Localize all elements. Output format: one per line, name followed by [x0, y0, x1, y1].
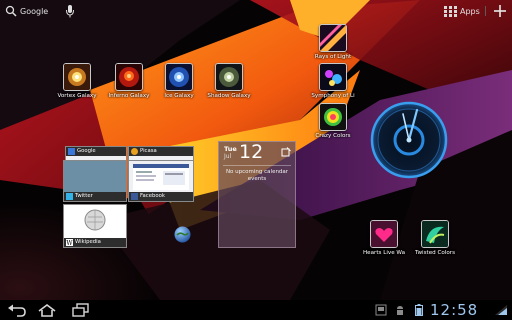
shortcut-symphony-of-lights[interactable]: Symphony of Li — [301, 63, 365, 99]
calendar-divider — [223, 165, 291, 166]
analog-clock-widget[interactable] — [370, 101, 448, 179]
calendar-widget[interactable]: Tue Jul 12 No upcoming calendar events — [218, 141, 296, 248]
card-label: Google — [77, 148, 96, 154]
shortcut-label: Rays of Light — [314, 54, 352, 60]
plus-icon[interactable] — [492, 3, 508, 19]
card-label: Wikipedia — [75, 239, 101, 245]
shortcut-label: Crazy Colors — [315, 133, 351, 139]
ice-galaxy-icon — [165, 63, 193, 91]
card-header: W Wikipedia — [64, 238, 126, 247]
apps-grid-icon — [444, 5, 457, 17]
card-header: Picasa — [129, 147, 193, 156]
card-header: Google — [66, 147, 126, 156]
vortex-galaxy-icon — [63, 63, 91, 91]
card-header: Facebook — [129, 192, 193, 201]
microphone-icon[interactable] — [64, 3, 76, 19]
battery-icon — [415, 304, 423, 316]
google-icon — [68, 148, 75, 155]
wikipedia-globe-icon — [84, 209, 106, 231]
shortcut-rays-of-light[interactable]: Rays of Light — [301, 24, 365, 60]
recent-apps-icon[interactable] — [68, 302, 92, 318]
calendar-month: Jul — [224, 153, 232, 160]
shortcut-label: Twisted Colors — [414, 250, 455, 256]
card-header: Twitter — [64, 192, 126, 201]
symphony-of-lights-icon — [319, 63, 347, 91]
shadow-galaxy-icon — [215, 63, 243, 91]
wikipedia-icon: W — [66, 239, 73, 246]
status-clock[interactable]: 12:58 — [430, 301, 478, 319]
apps-label: Apps — [460, 6, 480, 16]
new-event-icon[interactable] — [281, 147, 291, 157]
twisted-colors-icon — [421, 220, 449, 248]
facebook-page-thumbnail — [133, 164, 189, 190]
search-label: Google — [20, 6, 49, 16]
google-search-button[interactable]: Google — [5, 3, 48, 19]
shortcut-shadow-galaxy[interactable]: Shadow Galaxy — [197, 63, 261, 99]
facebook-icon — [131, 193, 138, 200]
browser-globe-icon[interactable] — [174, 226, 191, 243]
card-label: Picasa — [140, 148, 157, 154]
picasa-icon — [131, 148, 138, 155]
android-debug-icon[interactable] — [395, 304, 405, 316]
calendar-day-of-week: Tue — [224, 145, 237, 153]
shortcut-label: Shadow Galaxy — [207, 93, 251, 99]
inferno-galaxy-icon — [115, 63, 143, 91]
shortcut-crazy-colors[interactable]: Crazy Colors — [301, 103, 365, 139]
twitter-icon — [66, 193, 73, 200]
rays-of-light-icon — [319, 24, 347, 52]
system-bar: 12:58 — [0, 300, 512, 320]
home-screen: Google Apps Vortex Galaxy Inferno Galaxy — [0, 0, 512, 320]
apps-button[interactable]: Apps — [444, 4, 480, 18]
topbar-divider — [485, 6, 486, 16]
calendar-day-number: 12 — [239, 141, 264, 163]
back-arrow-icon[interactable] — [5, 302, 29, 318]
shortcut-twisted-colors[interactable]: Twisted Colors — [403, 220, 467, 256]
card-twitter[interactable]: Twitter — [63, 160, 127, 202]
shortcut-label: Symphony of Li — [311, 93, 355, 99]
home-icon[interactable] — [35, 302, 59, 318]
search-icon — [5, 5, 17, 17]
calendar-empty-message: No upcoming calendar events — [225, 169, 289, 182]
card-facebook[interactable]: Facebook — [128, 160, 194, 202]
card-label: Facebook — [140, 193, 165, 199]
hearts-icon — [370, 220, 398, 248]
svg-text:W: W — [66, 240, 73, 246]
screenshot-notification-icon[interactable] — [375, 304, 387, 316]
crazy-colors-icon — [319, 103, 347, 131]
card-label: Twitter — [75, 193, 93, 199]
wifi-signal-icon — [495, 305, 507, 315]
card-wikipedia[interactable]: W Wikipedia — [63, 204, 127, 248]
